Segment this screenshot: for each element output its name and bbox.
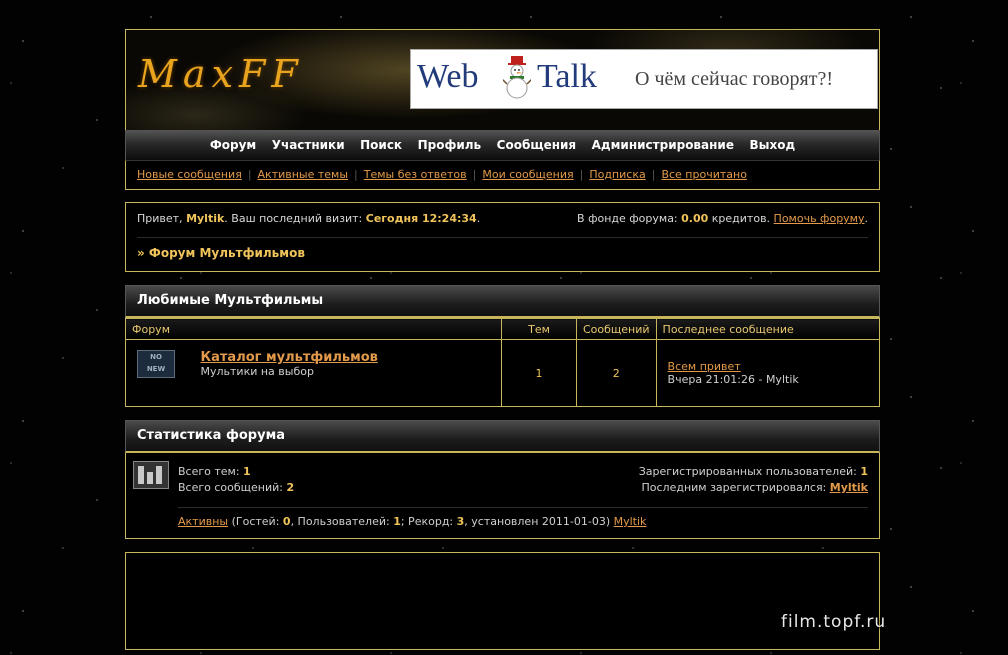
- forum-fund: В фонде форума: 0.00 кредитов. Помочь фо…: [577, 212, 868, 225]
- subnav-subscriptions[interactable]: Подписка: [589, 168, 645, 181]
- subnav-unanswered[interactable]: Темы без ответов: [364, 168, 467, 181]
- forum-cell: NO NEW Каталог мультфильмов Мультики на в…: [125, 339, 502, 407]
- subnav-mark-read[interactable]: Все прочитано: [661, 168, 746, 181]
- last-post-meta: Вчера 21:01:26 - Myltik: [667, 373, 799, 386]
- snowman-icon: [503, 56, 531, 99]
- online-info: Активны (Гостей: 0, Пользователей: 1; Ре…: [178, 515, 647, 528]
- col-topics: Тем: [501, 318, 577, 340]
- nav-messages[interactable]: Сообщения: [497, 138, 576, 152]
- forum-name-link[interactable]: Каталог мультфильмов: [201, 350, 378, 365]
- fund-amount: 0.00: [681, 212, 709, 225]
- nav-profile[interactable]: Профиль: [418, 138, 482, 152]
- col-posts: Сообщений: [576, 318, 657, 340]
- last-post-cell: Всем привет Вчера 21:01:26 - Myltik: [655, 339, 881, 407]
- topics-count: 1: [501, 339, 577, 407]
- posts-count: 2: [576, 339, 657, 407]
- main-nav: Форум Участники Поиск Профиль Сообщения …: [125, 130, 880, 160]
- welcome-panel: Привет, Myltik. Ваш последний визит: Сег…: [125, 202, 880, 272]
- registered-count: 1: [860, 465, 868, 478]
- forum-status-icon: NO NEW: [137, 350, 175, 378]
- category-block: Любимые Мультфильмы Форум Тем Сообщений …: [125, 285, 881, 407]
- table-row: NO NEW Каталог мультфильмов Мультики на в…: [125, 339, 881, 407]
- page-wrapper: MaxFF Web Talk О чём сейчас говорят?! Фо…: [125, 29, 881, 650]
- category-title[interactable]: Любимые Мультфильмы: [125, 285, 880, 318]
- forum-table: Форум Тем Сообщений Последнее сообщение …: [125, 318, 881, 407]
- sub-nav: Новые сообщения | Активные темы | Темы без о…: [125, 160, 880, 190]
- subnav-new-posts[interactable]: Новые сообщения: [137, 168, 242, 181]
- last-visit-time: Сегодня 12:24:34: [365, 212, 477, 225]
- divider: [178, 507, 868, 508]
- total-topics: 1: [243, 465, 251, 478]
- site-logo[interactable]: MaxFF: [138, 52, 304, 96]
- forum-description: Мультики на выбор: [200, 365, 314, 378]
- site-header: MaxFF Web Talk О чём сейчас говорят?!: [125, 29, 880, 130]
- stats-block: Статистика форума Всего тем: 1 Всего соо…: [125, 420, 880, 539]
- stats-body: Всего тем: 1 Всего сообщений: 2 Зарегист…: [125, 453, 880, 539]
- banner-talk-text: Talk: [537, 58, 597, 95]
- watermark: film.topf.ru: [781, 612, 887, 632]
- greeting-text: Привет,: [137, 212, 187, 225]
- last-registered-user[interactable]: Myltik: [830, 481, 868, 494]
- total-posts: 2: [286, 481, 295, 494]
- nav-forum[interactable]: Форум: [210, 138, 256, 152]
- help-forum-link[interactable]: Помочь форуму: [774, 212, 865, 225]
- col-last-post: Последнее сообщение: [655, 318, 881, 340]
- nav-admin[interactable]: Администрирование: [592, 138, 734, 152]
- webtalk-banner[interactable]: Web Talk О чём сейчас говорят?!: [410, 49, 878, 109]
- subnav-active-topics[interactable]: Активные темы: [258, 168, 349, 181]
- nav-search[interactable]: Поиск: [360, 138, 402, 152]
- nav-logout[interactable]: Выход: [749, 138, 795, 152]
- banner-slogan: О чём сейчас говорят?!: [635, 68, 834, 90]
- footer-box: [125, 552, 880, 650]
- stats-icon: [133, 461, 169, 489]
- col-forum: Форум: [125, 318, 502, 340]
- online-link[interactable]: Активны: [178, 515, 228, 528]
- divider: [137, 237, 868, 238]
- nav-members[interactable]: Участники: [272, 138, 345, 152]
- username: Myltik: [186, 212, 225, 225]
- online-user-link[interactable]: Myltik: [614, 515, 647, 528]
- breadcrumb[interactable]: » Форум Мультфильмов: [137, 246, 868, 260]
- banner-web-text: Web: [417, 58, 479, 95]
- stats-title: Статистика форума: [125, 420, 880, 453]
- subnav-my-posts[interactable]: Мои сообщения: [482, 168, 573, 181]
- last-post-link[interactable]: Всем привет: [668, 360, 741, 373]
